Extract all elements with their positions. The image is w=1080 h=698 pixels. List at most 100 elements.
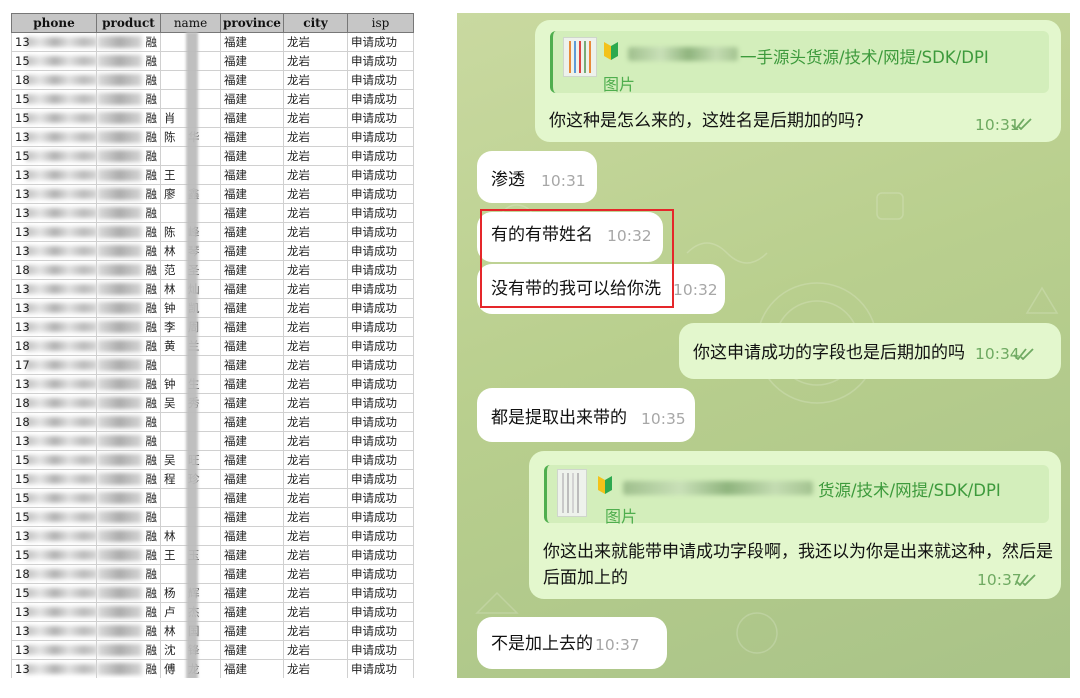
- isp-cell[interactable]: 申请成功: [347, 317, 414, 337]
- province-cell[interactable]: 福建: [220, 488, 284, 508]
- product-cell[interactable]: 融: [96, 507, 161, 527]
- isp-cell[interactable]: 申请成功: [347, 184, 414, 204]
- province-cell[interactable]: 福建: [220, 431, 284, 451]
- province-cell[interactable]: 福建: [220, 279, 284, 299]
- product-cell[interactable]: 融: [96, 602, 161, 622]
- isp-cell[interactable]: 申请成功: [347, 412, 414, 432]
- isp-cell[interactable]: 申请成功: [347, 222, 414, 242]
- name-cell[interactable]: [160, 32, 221, 52]
- message-bubble-incoming[interactable]: 都是提取出来带的 10:35: [477, 388, 695, 442]
- city-cell[interactable]: 龙岩: [283, 260, 348, 280]
- province-cell[interactable]: 福建: [220, 583, 284, 603]
- phone-cell[interactable]: 13: [11, 32, 97, 52]
- city-cell[interactable]: 龙岩: [283, 241, 348, 261]
- phone-cell[interactable]: 13: [11, 184, 97, 204]
- city-cell[interactable]: 龙岩: [283, 184, 348, 204]
- name-cell[interactable]: 沈锋: [160, 640, 221, 660]
- product-cell[interactable]: 融: [96, 336, 161, 356]
- province-cell[interactable]: 福建: [220, 602, 284, 622]
- city-cell[interactable]: 龙岩: [283, 222, 348, 242]
- name-cell[interactable]: 卢杰: [160, 602, 221, 622]
- isp-cell[interactable]: 申请成功: [347, 89, 414, 109]
- name-cell[interactable]: 钟凯: [160, 298, 221, 318]
- city-cell[interactable]: 龙岩: [283, 317, 348, 337]
- city-cell[interactable]: 龙岩: [283, 621, 348, 641]
- message-bubble-outgoing[interactable]: 你这申请成功的字段也是后期加的吗 10:34: [679, 323, 1061, 379]
- isp-cell[interactable]: 申请成功: [347, 583, 414, 603]
- city-cell[interactable]: 龙岩: [283, 279, 348, 299]
- province-cell[interactable]: 福建: [220, 51, 284, 71]
- city-cell[interactable]: 龙岩: [283, 298, 348, 318]
- product-cell[interactable]: 融: [96, 545, 161, 565]
- phone-cell[interactable]: 13: [11, 374, 97, 394]
- name-cell[interactable]: 肖: [160, 108, 221, 128]
- city-cell[interactable]: 龙岩: [283, 70, 348, 90]
- phone-cell[interactable]: 18: [11, 260, 97, 280]
- phone-cell[interactable]: 13: [11, 165, 97, 185]
- product-cell[interactable]: 融: [96, 374, 161, 394]
- product-cell[interactable]: 融: [96, 260, 161, 280]
- province-cell[interactable]: 福建: [220, 260, 284, 280]
- product-cell[interactable]: 融: [96, 431, 161, 451]
- name-cell[interactable]: 王: [160, 165, 221, 185]
- product-cell[interactable]: 融: [96, 165, 161, 185]
- name-cell[interactable]: 程珍: [160, 469, 221, 489]
- name-cell[interactable]: 林琴: [160, 241, 221, 261]
- province-cell[interactable]: 福建: [220, 564, 284, 584]
- city-cell[interactable]: 龙岩: [283, 545, 348, 565]
- province-cell[interactable]: 福建: [220, 374, 284, 394]
- phone-cell[interactable]: 18: [11, 336, 97, 356]
- phone-cell[interactable]: 18: [11, 412, 97, 432]
- product-cell[interactable]: 融: [96, 393, 161, 413]
- product-cell[interactable]: 融: [96, 203, 161, 223]
- product-cell[interactable]: 融: [96, 317, 161, 337]
- phone-cell[interactable]: 13: [11, 279, 97, 299]
- product-cell[interactable]: 融: [96, 640, 161, 660]
- isp-cell[interactable]: 申请成功: [347, 374, 414, 394]
- province-cell[interactable]: 福建: [220, 108, 284, 128]
- province-cell[interactable]: 福建: [220, 336, 284, 356]
- isp-cell[interactable]: 申请成功: [347, 165, 414, 185]
- column-header-phone[interactable]: phone: [11, 13, 97, 33]
- province-cell[interactable]: 福建: [220, 165, 284, 185]
- province-cell[interactable]: 福建: [220, 412, 284, 432]
- name-cell[interactable]: 廖鑫: [160, 184, 221, 204]
- product-cell[interactable]: 融: [96, 108, 161, 128]
- name-cell[interactable]: 陈华: [160, 127, 221, 147]
- column-header-province[interactable]: province: [220, 13, 284, 33]
- name-cell[interactable]: 钟生: [160, 374, 221, 394]
- city-cell[interactable]: 龙岩: [283, 431, 348, 451]
- city-cell[interactable]: 龙岩: [283, 659, 348, 678]
- province-cell[interactable]: 福建: [220, 127, 284, 147]
- isp-cell[interactable]: 申请成功: [347, 431, 414, 451]
- column-header-isp[interactable]: isp: [347, 13, 414, 33]
- name-cell[interactable]: [160, 70, 221, 90]
- message-bubble-outgoing[interactable]: 一手源头货源/技术/网提/SDK/DPI 图片 你这种是怎么来的，这姓名是后期加…: [535, 20, 1061, 142]
- city-cell[interactable]: 龙岩: [283, 450, 348, 470]
- province-cell[interactable]: 福建: [220, 222, 284, 242]
- name-cell[interactable]: 李周: [160, 317, 221, 337]
- city-cell[interactable]: 龙岩: [283, 51, 348, 71]
- product-cell[interactable]: 融: [96, 279, 161, 299]
- phone-cell[interactable]: 18: [11, 564, 97, 584]
- column-header-product[interactable]: product: [96, 13, 161, 33]
- city-cell[interactable]: 龙岩: [283, 583, 348, 603]
- city-cell[interactable]: 龙岩: [283, 469, 348, 489]
- isp-cell[interactable]: 申请成功: [347, 146, 414, 166]
- phone-cell[interactable]: 13: [11, 602, 97, 622]
- province-cell[interactable]: 福建: [220, 621, 284, 641]
- name-cell[interactable]: [160, 355, 221, 375]
- phone-cell[interactable]: 13: [11, 431, 97, 451]
- isp-cell[interactable]: 申请成功: [347, 450, 414, 470]
- name-cell[interactable]: [160, 507, 221, 527]
- phone-cell[interactable]: 13: [11, 317, 97, 337]
- name-cell[interactable]: [160, 89, 221, 109]
- product-cell[interactable]: 融: [96, 564, 161, 584]
- product-cell[interactable]: 融: [96, 412, 161, 432]
- name-cell[interactable]: 范圣: [160, 260, 221, 280]
- phone-cell[interactable]: 13: [11, 659, 97, 678]
- city-cell[interactable]: 龙岩: [283, 165, 348, 185]
- isp-cell[interactable]: 申请成功: [347, 32, 414, 52]
- name-cell[interactable]: 吴旺: [160, 450, 221, 470]
- product-cell[interactable]: 融: [96, 526, 161, 546]
